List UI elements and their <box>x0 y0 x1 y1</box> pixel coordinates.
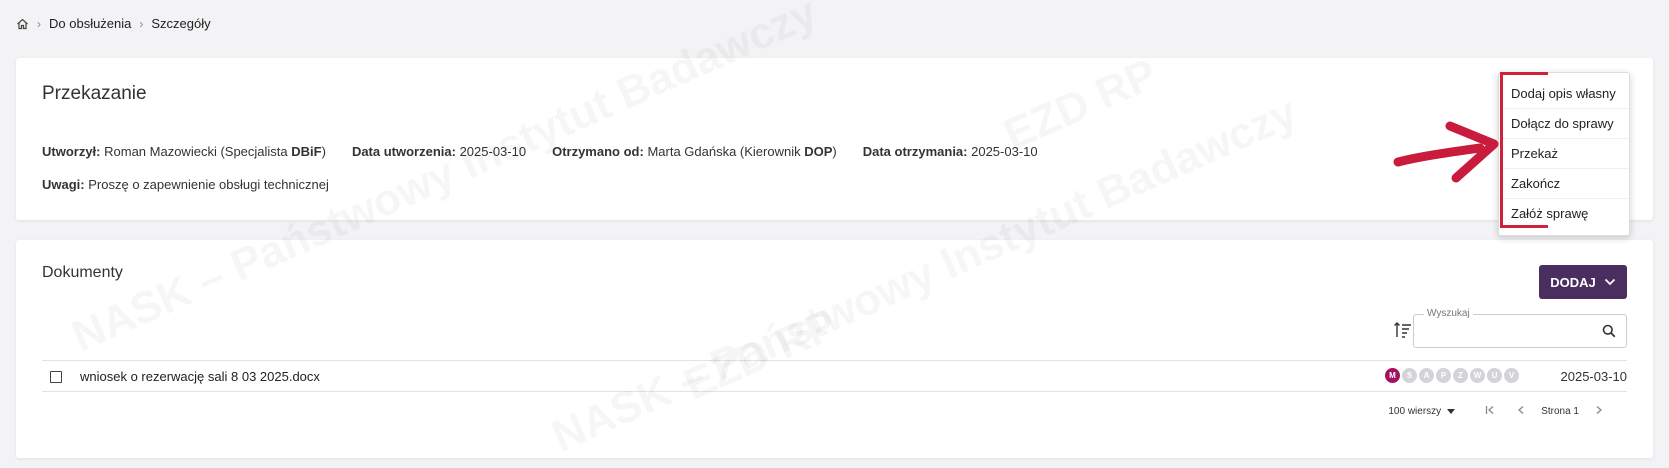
document-name[interactable]: wniosek o rezerwację sali 8 03 2025.docx <box>80 369 320 384</box>
status-badges: M S A P Z W U V <box>1385 368 1519 383</box>
documents-card: Dokumenty DODAJ Wyszukaj wniosek o rezer… <box>16 240 1653 458</box>
home-icon[interactable] <box>16 18 29 30</box>
created-by-end: ) <box>321 144 326 159</box>
menu-item-transfer[interactable]: Przekaż <box>1499 139 1629 169</box>
search-label: Wyszukaj <box>1424 308 1473 319</box>
created-by-value: Roman Mazowiecki (Specjalista <box>104 144 292 159</box>
caret-down-icon <box>1447 408 1456 414</box>
annotation-arrow-icon <box>1393 121 1499 183</box>
chevron-down-icon <box>1604 278 1615 286</box>
status-badge-m: M <box>1385 368 1400 383</box>
status-badge-a: A <box>1419 368 1434 383</box>
actions-menu: Dodaj opis własny Dołącz do sprawy Przek… <box>1498 72 1630 236</box>
status-badge-u: U <box>1487 368 1502 383</box>
created-date-label: Data utworzenia: <box>351 144 456 159</box>
first-page-icon[interactable] <box>1479 404 1501 418</box>
status-badge-v: V <box>1504 368 1519 383</box>
created-date-value: 2025-03-10 <box>459 144 527 159</box>
search-icon[interactable] <box>1602 324 1616 341</box>
pagination: 100 wierszy Strona 1 <box>1388 404 1609 418</box>
status-badge-w: W <box>1470 368 1485 383</box>
add-button[interactable]: DODAJ <box>1539 265 1627 299</box>
created-by-unit: DBiF <box>291 144 322 159</box>
search-input[interactable] <box>1422 321 1582 343</box>
status-badge-s: S <box>1402 368 1417 383</box>
received-from-value: Marta Gdańska (Kierownik <box>647 144 805 159</box>
page-title: Przekazanie <box>42 83 147 104</box>
received-from: Otrzymano od: Marta Gdańska (Kierownik D… <box>552 144 837 159</box>
table-row[interactable]: wniosek o rezerwację sali 8 03 2025.docx… <box>42 360 1627 392</box>
next-page-icon[interactable] <box>1589 404 1609 418</box>
received-from-unit: DOP <box>804 144 833 159</box>
notes: Uwagi: Proszę o zapewnienie obsługi tech… <box>42 177 329 192</box>
breadcrumb-separator: › <box>139 16 144 31</box>
status-badge-z: Z <box>1453 368 1468 383</box>
document-date: 2025-03-10 <box>1560 369 1628 384</box>
row-checkbox[interactable] <box>50 371 62 383</box>
breadcrumb-separator: › <box>37 16 41 31</box>
received-date-value: 2025-03-10 <box>971 144 1038 159</box>
rows-per-page-value: 100 wierszy <box>1388 405 1442 417</box>
breadcrumb-item-szczegoly: Szczegóły <box>151 16 211 31</box>
received-from-end: ) <box>832 144 837 159</box>
created-date: Data utworzenia: 2025-03-10 <box>352 144 526 159</box>
created-by-label: Utworzył: <box>42 144 101 159</box>
add-button-label: DODAJ <box>1550 274 1596 290</box>
page-indicator: Strona 1 <box>1541 405 1579 417</box>
menu-item-attach-to-case[interactable]: Dołącz do sprawy <box>1499 109 1629 139</box>
search-field[interactable]: Wyszukaj <box>1413 308 1627 348</box>
received-date: Data otrzymania: 2025-03-10 <box>863 144 1038 159</box>
notes-label: Uwagi: <box>42 177 85 192</box>
prev-page-icon[interactable] <box>1511 404 1531 418</box>
documents-title: Dokumenty <box>42 264 123 281</box>
status-badge-p: P <box>1436 368 1451 383</box>
menu-item-add-description[interactable]: Dodaj opis własny <box>1499 79 1629 109</box>
rows-per-page-select[interactable]: 100 wierszy <box>1388 405 1456 417</box>
received-date-label: Data otrzymania: <box>862 144 968 159</box>
breadcrumb: › Do obsłużenia › Szczegóły <box>16 16 211 31</box>
transfer-meta: Utworzył: Roman Mazowiecki (Specjalista … <box>42 144 1038 159</box>
sort-icon[interactable] <box>1393 320 1413 343</box>
breadcrumb-item-do-obsluzenia[interactable]: Do obsłużenia <box>49 16 131 31</box>
menu-item-finish[interactable]: Zakończ <box>1499 169 1629 199</box>
created-by: Utworzył: Roman Mazowiecki (Specjalista … <box>42 144 326 159</box>
notes-value: Proszę o zapewnienie obsługi technicznej <box>88 177 329 192</box>
received-from-label: Otrzymano od: <box>552 144 644 159</box>
